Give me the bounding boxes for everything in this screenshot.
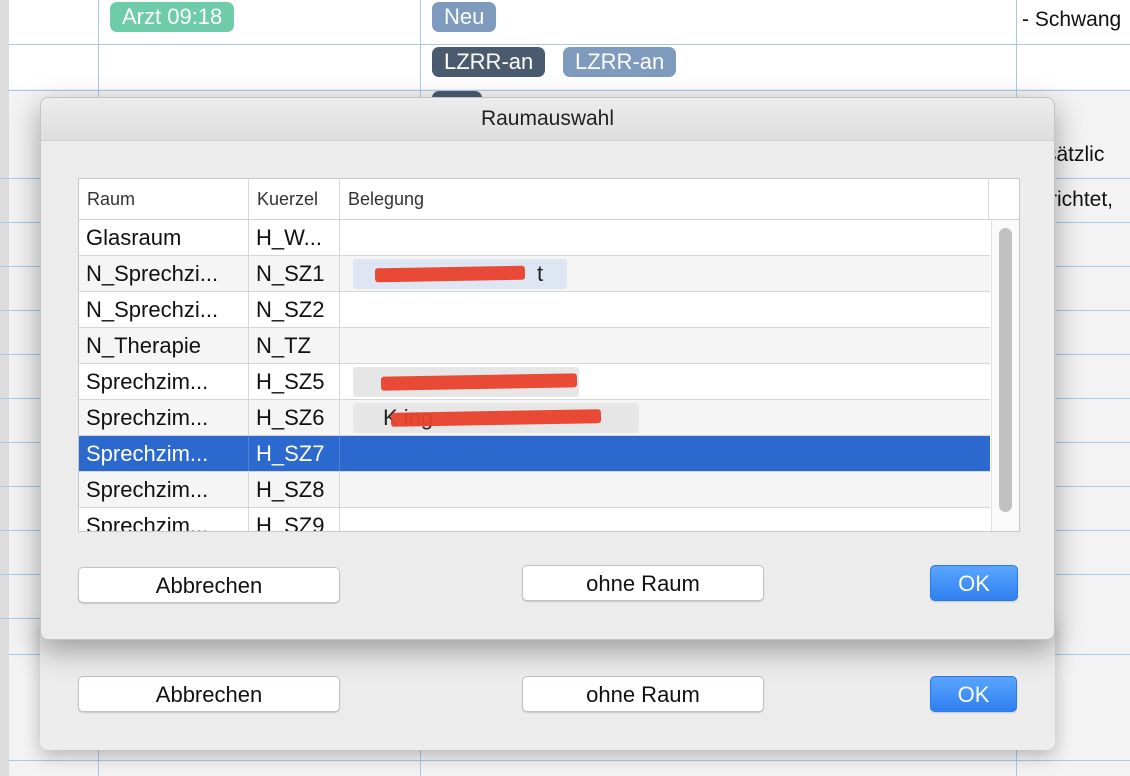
grid-line <box>0 442 40 443</box>
table-row[interactable]: Sprechzim... H_SZ8 <box>79 472 990 508</box>
cell-raum: N_Therapie <box>79 328 249 363</box>
grid-line <box>1056 486 1130 487</box>
status-pill[interactable]: LZRR-an <box>432 47 546 77</box>
appointment-pill[interactable]: Arzt 09:18 <box>110 2 235 32</box>
column-header-belegung[interactable]: Belegung <box>340 179 989 219</box>
grid-line <box>1056 398 1130 399</box>
cell-kuerzel: N_TZ <box>249 328 340 363</box>
cancel-button[interactable]: Abbrechen <box>78 567 340 603</box>
grid-line <box>1056 442 1130 443</box>
table-row[interactable]: N_Sprechzi... N_SZ1 t <box>79 256 990 292</box>
grid-line <box>1056 354 1130 355</box>
grid-line <box>9 44 1130 45</box>
grid-line <box>0 354 40 355</box>
table-row[interactable]: N_Therapie N_TZ <box>79 328 990 364</box>
table-row[interactable]: Glasraum H_W... <box>79 220 990 256</box>
calendar-left-strip <box>0 0 9 776</box>
scrollbar-thumb[interactable] <box>999 228 1012 512</box>
cell-raum: Sprechzim... <box>79 508 249 531</box>
cell-raum: Sprechzim... <box>79 364 249 399</box>
cell-belegung <box>340 436 990 471</box>
occupancy-text: t <box>537 261 544 286</box>
table-row[interactable]: Sprechzim... H_SZ6 K ing <box>79 400 990 436</box>
cell-belegung <box>340 472 990 507</box>
grid-line <box>0 618 40 619</box>
grid-line <box>1056 178 1130 179</box>
grid-line <box>1056 310 1130 311</box>
grid-line <box>0 266 40 267</box>
cell-belegung: K ing <box>340 400 990 435</box>
calendar-note: richtet, <box>1050 188 1114 211</box>
grid-line <box>1056 574 1130 575</box>
status-pill[interactable]: Neu <box>432 2 497 32</box>
cell-raum: Sprechzim... <box>79 436 249 471</box>
room-selection-dialog: Raumauswahl Raum Kuerzel Belegung Glasra… <box>40 97 1055 640</box>
occupancy-block[interactable] <box>353 367 579 397</box>
table-row[interactable]: Sprechzim... H_SZ9 <box>79 508 990 531</box>
grid-line <box>0 530 40 531</box>
occupancy-block[interactable]: t <box>353 259 567 289</box>
cell-belegung <box>340 292 990 327</box>
cell-raum: N_Sprechzi... <box>79 292 249 327</box>
column-header-kuerzel[interactable]: Kuerzel <box>249 179 340 219</box>
cell-belegung <box>340 364 990 399</box>
ok-button[interactable]: OK <box>930 565 1018 601</box>
table-row-selected[interactable]: Sprechzim... H_SZ7 <box>79 436 990 472</box>
no-room-button[interactable]: ohne Raum <box>522 676 764 712</box>
cell-raum: Sprechzim... <box>79 472 249 507</box>
cell-kuerzel: N_SZ1 <box>249 256 340 291</box>
grid-line <box>9 760 1130 761</box>
ok-button[interactable]: OK <box>930 676 1017 712</box>
cell-kuerzel: H_SZ9 <box>249 508 340 531</box>
cancel-button[interactable]: Abbrechen <box>78 676 340 712</box>
cell-belegung <box>340 508 990 531</box>
cell-belegung <box>340 220 990 255</box>
redaction-mark <box>390 409 602 427</box>
grid-line <box>1056 530 1130 531</box>
table-row[interactable]: N_Sprechzi... N_SZ2 <box>79 292 990 328</box>
cell-kuerzel: H_SZ7 <box>249 436 340 471</box>
cell-belegung: t <box>340 256 990 291</box>
calendar-note: - Schwang <box>1022 8 1122 31</box>
table-row[interactable]: Sprechzim... H_SZ5 <box>79 364 990 400</box>
cell-kuerzel: N_SZ2 <box>249 292 340 327</box>
cell-raum: N_Sprechzi... <box>79 256 249 291</box>
redaction-mark <box>380 373 578 391</box>
occupancy-block[interactable]: K ing <box>353 403 639 433</box>
cell-belegung <box>340 328 990 363</box>
cell-raum: Glasraum <box>79 220 249 255</box>
grid-line <box>0 310 40 311</box>
grid-line <box>0 222 40 223</box>
grid-line <box>0 398 40 399</box>
no-room-button[interactable]: ohne Raum <box>522 565 764 601</box>
cell-kuerzel: H_SZ8 <box>249 472 340 507</box>
room-table: Raum Kuerzel Belegung Glasraum H_W... N_… <box>78 178 1020 532</box>
grid-line <box>1056 266 1130 267</box>
cell-kuerzel: H_W... <box>249 220 340 255</box>
table-header: Raum Kuerzel Belegung <box>79 179 1019 220</box>
grid-line <box>0 486 40 487</box>
status-pill[interactable]: LZRR-an <box>563 47 677 77</box>
cell-kuerzel: H_SZ6 <box>249 400 340 435</box>
grid-line <box>9 90 1130 91</box>
grid-line <box>0 178 40 179</box>
vertical-scrollbar[interactable] <box>991 220 1019 531</box>
dialog-title: Raumauswahl <box>41 98 1054 141</box>
column-header-raum[interactable]: Raum <box>79 179 249 219</box>
cell-raum: Sprechzim... <box>79 400 249 435</box>
grid-line <box>0 574 40 575</box>
cell-kuerzel: H_SZ5 <box>249 364 340 399</box>
redaction-mark <box>374 265 526 283</box>
grid-line <box>1056 222 1130 223</box>
table-body: Glasraum H_W... N_Sprechzi... N_SZ1 t N_… <box>79 220 990 531</box>
